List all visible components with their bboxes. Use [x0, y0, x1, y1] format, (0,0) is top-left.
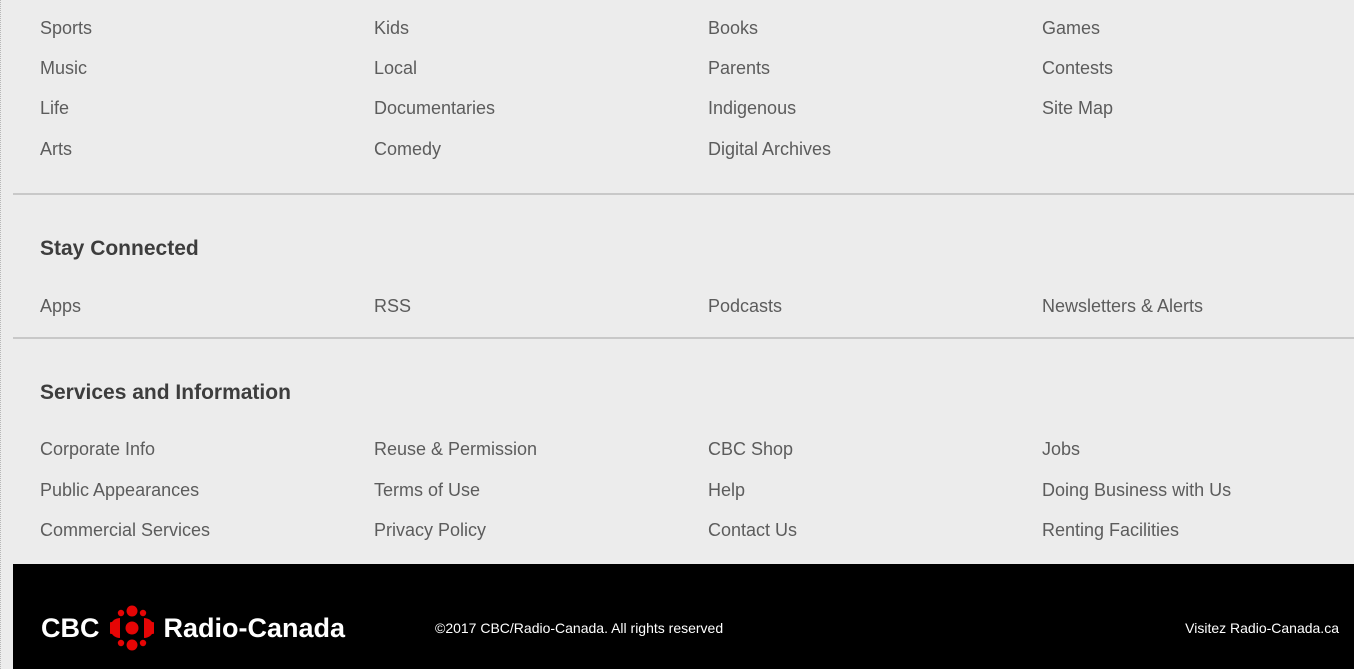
footer-link-kids[interactable]: Kids [374, 17, 409, 39]
footer-link-jobs[interactable]: Jobs [1042, 438, 1080, 460]
footer-link-arts[interactable]: Arts [40, 138, 72, 160]
footer-link-apps[interactable]: Apps [40, 295, 81, 317]
footer-link-sports[interactable]: Sports [40, 17, 92, 39]
footer-link-contests[interactable]: Contests [1042, 57, 1113, 79]
footer-link-cbc-shop[interactable]: CBC Shop [708, 438, 793, 460]
section-divider [13, 337, 1354, 339]
footer-link-life[interactable]: Life [40, 97, 69, 119]
footer-link-public-appearances[interactable]: Public Appearances [40, 479, 199, 501]
visit-radio-canada-link[interactable]: Visitez Radio-Canada.ca [1185, 619, 1339, 637]
footer-link-local[interactable]: Local [374, 57, 417, 79]
footer-link-contact-us[interactable]: Contact Us [708, 519, 797, 541]
footer-bar: CBC Radio-Canada ©2017 CBC/Radio-Canada.… [13, 564, 1354, 669]
footer-link-commercial-services[interactable]: Commercial Services [40, 519, 210, 541]
footer-link-rss[interactable]: RSS [374, 295, 411, 317]
footer-link-help[interactable]: Help [708, 479, 745, 501]
copyright-text: ©2017 CBC/Radio-Canada. All rights reser… [435, 620, 724, 636]
footer-link-reuse-permission[interactable]: Reuse & Permission [374, 438, 537, 460]
footer-link-privacy-policy[interactable]: Privacy Policy [374, 519, 486, 541]
footer-link-renting-facilities[interactable]: Renting Facilities [1042, 519, 1179, 541]
footer-link-doing-business[interactable]: Doing Business with Us [1042, 479, 1231, 501]
footer-link-parents[interactable]: Parents [708, 57, 770, 79]
footer-link-podcasts[interactable]: Podcasts [708, 295, 782, 317]
footer-link-site-map[interactable]: Site Map [1042, 97, 1113, 119]
footer-link-music[interactable]: Music [40, 57, 87, 79]
footer-link-indigenous[interactable]: Indigenous [708, 97, 796, 119]
footer-link-games[interactable]: Games [1042, 17, 1100, 39]
section-divider [13, 193, 1354, 195]
footer-link-corporate-info[interactable]: Corporate Info [40, 438, 155, 460]
footer-link-terms-of-use[interactable]: Terms of Use [374, 479, 480, 501]
footer-nav: Sports Music Life Arts Kids Local Docume… [0, 0, 1354, 669]
stay-connected-heading: Stay Connected [40, 237, 199, 260]
cbc-gem-icon [105, 604, 158, 652]
cbc-radio-canada-logo[interactable]: CBC Radio-Canada [41, 604, 345, 652]
footer-link-comedy[interactable]: Comedy [374, 138, 441, 160]
footer-link-newsletters[interactable]: Newsletters & Alerts [1042, 295, 1203, 317]
footer-link-books[interactable]: Books [708, 17, 758, 39]
services-heading: Services and Information [40, 381, 291, 404]
footer-link-digital-archives[interactable]: Digital Archives [708, 138, 831, 160]
footer-link-documentaries[interactable]: Documentaries [374, 97, 495, 119]
brand-radio-canada-text: Radio-Canada [163, 613, 346, 643]
brand-cbc-text: CBC [41, 613, 100, 643]
